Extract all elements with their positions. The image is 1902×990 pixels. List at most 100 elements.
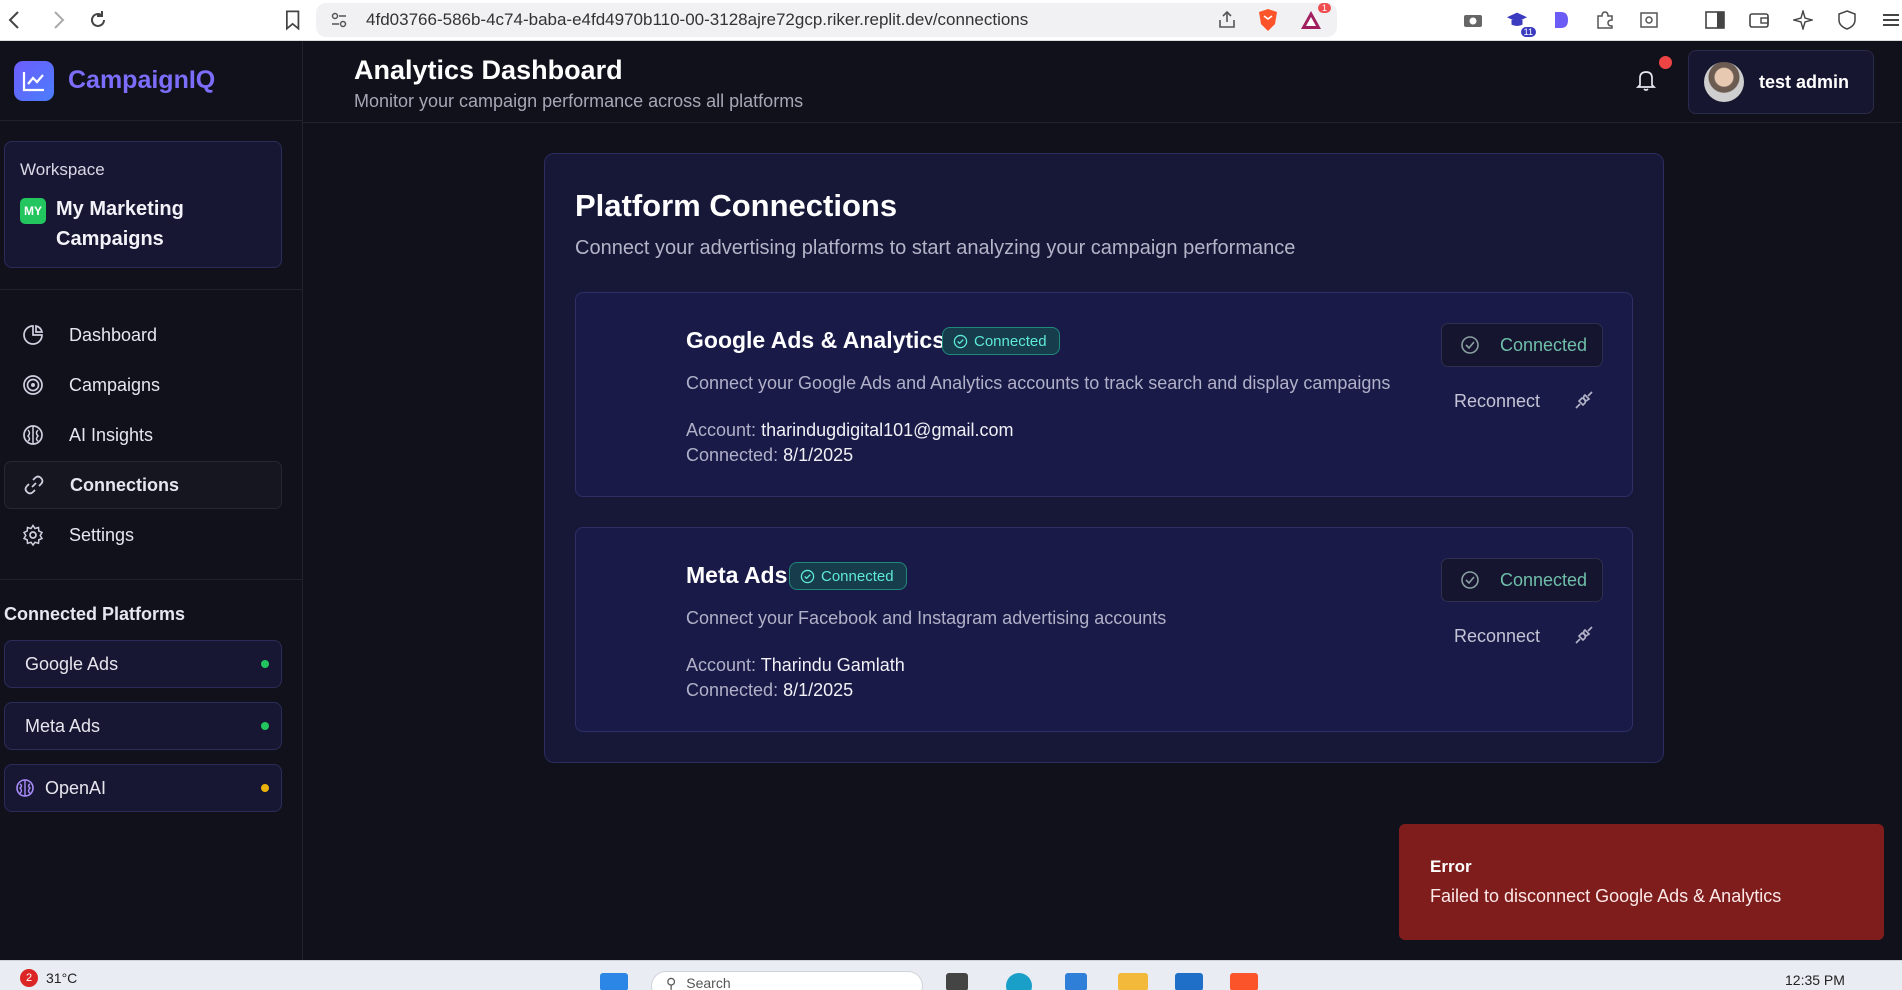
windows-start-icon[interactable]	[600, 973, 628, 990]
workspace-name: My Marketing Campaigns	[56, 198, 184, 250]
edge-icon[interactable]	[1006, 973, 1032, 990]
platform-item-meta-ads[interactable]: Meta Ads	[4, 702, 282, 750]
connected-status-button[interactable]: Connected	[1441, 558, 1603, 602]
clock: 12:35 PM	[1785, 972, 1845, 988]
error-toast[interactable]: Error Failed to disconnect Google Ads & …	[1399, 824, 1884, 940]
sidebar-item-campaigns[interactable]: Campaigns	[4, 361, 282, 409]
panel-subtitle: Connect your advertising platforms to st…	[575, 237, 1296, 259]
sidebar-item-dashboard[interactable]: Dashboard	[4, 311, 282, 359]
task-view-icon[interactable]	[946, 973, 968, 990]
status-dot	[261, 784, 269, 792]
platform-label: OpenAI	[45, 777, 107, 798]
reload-icon	[91, 11, 106, 27]
workspace-badge: MY	[20, 198, 46, 224]
brain-icon	[16, 779, 34, 797]
file-explorer-icon[interactable]	[1118, 973, 1148, 990]
screenshot-extension-icon[interactable]	[1638, 9, 1660, 31]
page-title: Analytics Dashboard	[354, 55, 623, 85]
connected-label: Connected:	[686, 680, 779, 700]
unplug-icon[interactable]	[1573, 624, 1595, 646]
weather-badge: 2	[20, 969, 38, 987]
site-settings-icon[interactable]	[330, 11, 348, 29]
share-icon[interactable]	[1217, 10, 1237, 30]
brave-rewards-icon[interactable]: 1	[1299, 3, 1331, 31]
chevron-right-icon	[54, 11, 65, 29]
os-taskbar: 2 31°C ⚲ Search 12:35 PM	[0, 960, 1902, 990]
search-placeholder: Search	[686, 975, 731, 990]
weather-widget[interactable]: 2 31°C	[20, 969, 77, 987]
notepad-icon[interactable]	[1065, 973, 1087, 990]
connection-card-meta-ads: Meta Ads Connected Connect your Facebook…	[575, 527, 1633, 732]
status-button-label: Connected	[1500, 334, 1588, 355]
gear-icon	[22, 524, 44, 546]
temperature: 31°C	[46, 970, 78, 986]
bookmark-icon[interactable]	[283, 9, 302, 31]
taskbar-search[interactable]: ⚲ Search	[651, 971, 923, 990]
menu-icon[interactable]	[1880, 9, 1902, 31]
sidebar-item-label: Settings	[69, 524, 135, 545]
sidebar-item-label: Campaigns	[69, 374, 161, 395]
check-circle-icon	[1461, 571, 1479, 589]
reload-button[interactable]	[84, 5, 113, 35]
brave-taskbar-icon[interactable]	[1230, 973, 1258, 990]
sidebar-item-label: Connections	[70, 474, 180, 495]
panel-title: Platform Connections	[575, 188, 898, 223]
reconnect-button[interactable]: Reconnect	[1454, 391, 1540, 412]
platform-item-openai[interactable]: OpenAI	[4, 764, 282, 812]
search-icon: ⚲	[666, 975, 677, 990]
d-extension-icon[interactable]	[1550, 9, 1572, 31]
workspace-selector[interactable]: Workspace MY My Marketing Campaigns	[4, 141, 282, 268]
url-text[interactable]: 4fd03766-586b-4c74-baba-e4fd4970b110-00-…	[366, 10, 1217, 30]
back-button[interactable]	[0, 5, 29, 35]
top-header: Analytics Dashboard Monitor your campaig…	[303, 41, 1902, 123]
connection-description: Connect your Google Ads and Analytics ac…	[686, 373, 1391, 393]
platform-item-google-ads[interactable]: Google Ads	[4, 640, 282, 688]
check-circle-icon	[1461, 336, 1479, 354]
user-menu[interactable]: test admin	[1688, 50, 1874, 114]
vpn-shield-icon[interactable]	[1836, 9, 1858, 31]
connected-date: 8/1/2025	[783, 680, 854, 700]
outlook-icon[interactable]	[1175, 973, 1203, 990]
status-button-label: Connected	[1500, 569, 1588, 590]
chevron-left-icon	[9, 11, 20, 29]
browser-toolbar: 4fd03766-586b-4c74-baba-e4fd4970b110-00-…	[0, 0, 1902, 41]
sidebar-item-settings[interactable]: Settings	[4, 511, 282, 559]
trending-chart-icon	[22, 71, 44, 91]
reconnect-button[interactable]: Reconnect	[1454, 626, 1540, 647]
camera-icon[interactable]	[1462, 9, 1484, 31]
address-bar[interactable]: 4fd03766-586b-4c74-baba-e4fd4970b110-00-…	[316, 3, 1337, 37]
brand[interactable]: CampaignIQ	[0, 41, 302, 121]
sidebar-item-label: AI Insights	[69, 424, 154, 445]
link-icon	[24, 475, 44, 495]
account-label: Account:	[686, 420, 757, 440]
forward-button[interactable]	[45, 5, 74, 35]
target-icon	[23, 375, 43, 395]
bell-icon[interactable]	[1635, 68, 1657, 92]
brain-icon	[23, 425, 43, 445]
avatar	[1704, 62, 1744, 102]
leo-ai-icon[interactable]	[1792, 9, 1814, 31]
brand-name: CampaignIQ	[68, 66, 216, 94]
graduation-extension-icon[interactable]: 11	[1506, 9, 1536, 37]
notification-dot	[1659, 56, 1672, 69]
alert-badge: 1	[1317, 3, 1331, 13]
sidebar-item-connections[interactable]: Connections	[4, 461, 282, 509]
connected-status-button[interactable]: Connected	[1441, 323, 1603, 367]
status-dot	[261, 660, 269, 668]
badge-label: Connected	[974, 332, 1047, 350]
unplug-icon[interactable]	[1573, 389, 1595, 411]
sidebar-item-ai-insights[interactable]: AI Insights	[4, 411, 282, 459]
brave-shield-icon[interactable]	[1257, 8, 1279, 32]
connected-date-line: Connected: 8/1/2025	[686, 680, 853, 701]
sidebar-toggle-icon[interactable]	[1704, 9, 1726, 31]
toast-title: Error	[1430, 857, 1472, 876]
puzzle-extensions-icon[interactable]	[1594, 9, 1616, 31]
wallet-icon[interactable]	[1748, 9, 1770, 31]
connected-label: Connected:	[686, 445, 779, 465]
check-circle-icon	[800, 569, 815, 583]
connected-badge: Connected	[942, 327, 1060, 355]
platform-label: Meta Ads	[25, 715, 101, 736]
extension-badge: 11	[1520, 27, 1536, 37]
sidebar-item-label: Dashboard	[69, 324, 158, 345]
connected-badge: Connected	[789, 562, 907, 590]
